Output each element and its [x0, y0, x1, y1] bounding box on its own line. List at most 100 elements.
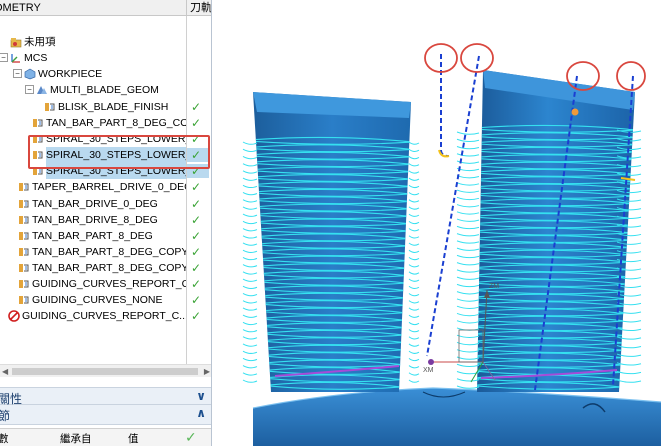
- scrollbar-thumb[interactable]: [12, 368, 198, 375]
- table-col-value: 值: [128, 433, 139, 445]
- toolpath-loop: [408, 206, 420, 210]
- svg-text:ZM: ZM: [489, 283, 499, 290]
- toolpath-loop: [456, 334, 480, 338]
- toolpath-loop: [242, 321, 258, 326]
- toolpath-loop: [456, 218, 480, 222]
- toolpath-loop: [456, 305, 480, 309]
- toolpath-loop: [408, 220, 420, 225]
- toolpath-loop: [456, 204, 480, 208]
- toolpath-loop: [408, 192, 420, 196]
- operation-icon: [18, 230, 30, 242]
- tree-item-label: TAN_BAR_PART_8_DEG_COPY...: [32, 262, 186, 274]
- operation-icon: [18, 262, 30, 274]
- toolpath-loop: [456, 196, 480, 201]
- folder-icon: [10, 36, 22, 48]
- toolpath-loop: [242, 163, 258, 167]
- tree-row[interactable]: TAN_BAR_PART_8_DEG ✓: [0, 228, 211, 244]
- check-icon: ✓: [190, 245, 202, 259]
- toolpath-loop: [408, 199, 420, 203]
- toolpath-loop: [456, 349, 480, 353]
- tree-row[interactable]: − WORKPIECE: [0, 66, 211, 82]
- check-icon: ✓: [190, 229, 202, 243]
- navigator-tree: OMETRY未用項−MCS−WORKPIECE−MULTI_BLADE_GEOM…: [0, 16, 211, 364]
- toolpath-loop: [408, 314, 420, 318]
- check-icon: ✓: [190, 309, 202, 323]
- operation-icon: [44, 101, 56, 113]
- toolpath-loop: [242, 329, 258, 333]
- toolpath-loop: [242, 350, 258, 354]
- section-properties[interactable]: 關性 ∨: [0, 387, 211, 406]
- toolpath-loop: [456, 131, 480, 135]
- table-col-inherit: 繼承自: [60, 433, 92, 445]
- tree-item-label: TAN_BAR_DRIVE_8_DEG: [32, 214, 158, 226]
- chevron-up-icon[interactable]: ∧: [196, 406, 206, 420]
- tree-row[interactable]: TAPER_BARREL_DRIVE_0_DEG ✓: [0, 179, 211, 195]
- toolpath-loop: [242, 199, 258, 203]
- toolpath-loop: [456, 138, 480, 143]
- blisk-model-view[interactable]: ZM XM: [213, 0, 661, 446]
- tree-row[interactable]: SPIRAL_30_STEPS_LOWER_... ✓: [0, 147, 211, 163]
- collapse-icon[interactable]: −: [25, 85, 34, 94]
- tree-row[interactable]: SPIRAL_30_STEPS_LOWER_... ✓: [0, 131, 211, 147]
- left-blade: [253, 92, 411, 392]
- toolpath-loop: [408, 156, 420, 160]
- tree-row[interactable]: GUIDING_CURVES_REPORT_C... ✓: [0, 308, 211, 324]
- toolpath-loop: [242, 336, 258, 340]
- tree-row[interactable]: GUIDING_CURVES_REPORT_C... ✓: [0, 276, 211, 292]
- tree-row[interactable]: − MCS: [0, 50, 211, 66]
- tree-row[interactable]: TAN_BAR_DRIVE_0_DEG ✓: [0, 196, 211, 212]
- tree-row[interactable]: − MULTI_BLADE_GEOM: [0, 82, 211, 98]
- toolpath-loop: [408, 141, 420, 145]
- geometry-icon: [36, 84, 48, 96]
- chevron-down-icon[interactable]: ∨: [196, 389, 206, 403]
- toolpath-loop: [242, 170, 258, 174]
- scroll-left-icon[interactable]: ◀: [2, 367, 8, 376]
- toolpath-loop: [456, 189, 480, 193]
- tree-item-label: MULTI_BLADE_GEOM: [50, 84, 159, 96]
- toolpath-loop: [408, 365, 420, 369]
- toolpath-loop: [408, 293, 420, 297]
- toolpath-loop: [616, 370, 642, 375]
- graphics-window[interactable]: ZM XM: [213, 0, 661, 446]
- collapse-icon[interactable]: −: [13, 69, 22, 78]
- toolpath-loop: [408, 278, 420, 282]
- tree-row[interactable]: TAN_BAR_PART_8_DEG_COPY... ✓: [0, 260, 211, 276]
- toolpath-loop: [242, 242, 258, 246]
- header-name-column[interactable]: OMETRY: [0, 1, 182, 15]
- tree-row[interactable]: TAN_BAR_PART_8_DEG_COPY ✓: [0, 244, 211, 260]
- toolpath-loop: [242, 357, 258, 362]
- section-details[interactable]: 節 ∧: [0, 405, 211, 425]
- tree-item-label: TAN_BAR_PART_8_DEG_CO...: [46, 117, 186, 129]
- header-toolpath-column[interactable]: 刀軌: [186, 0, 211, 16]
- toolpath-loop: [408, 271, 420, 275]
- tree-item-label: TAN_BAR_PART_8_DEG_COPY: [32, 246, 186, 258]
- toolpath-loop: [456, 378, 480, 382]
- toolpath-loop: [408, 184, 420, 189]
- toolpath-loop: [408, 379, 420, 383]
- tree-row[interactable]: GUIDING_CURVES_NONE ✓: [0, 292, 211, 308]
- tree-row[interactable]: 未用項: [0, 34, 211, 50]
- collapse-icon[interactable]: −: [0, 53, 8, 62]
- tree-row[interactable]: BLISK_BLADE_FINISH ✓: [0, 99, 211, 115]
- toolpath-loop: [242, 343, 258, 347]
- toolpath-loop: [408, 235, 420, 239]
- scroll-right-icon[interactable]: ▶: [204, 367, 210, 376]
- toolpath-loop: [408, 372, 420, 376]
- tree-row[interactable]: SPIRAL_30_STEPS_LOWER_... ✓: [0, 163, 211, 179]
- check-icon: ✓: [190, 293, 202, 307]
- horizontal-scrollbar[interactable]: ◀ ▶: [0, 364, 211, 377]
- tree-item-label: BLISK_BLADE_FINISH: [58, 101, 169, 113]
- toolpath-loop: [456, 320, 480, 324]
- toolpath-loop: [242, 278, 258, 282]
- toolpath-loop: [408, 343, 420, 347]
- toolpath-loop: [408, 163, 420, 167]
- operation-icon: [32, 117, 44, 129]
- tree-item-label: WORKPIECE: [38, 68, 103, 80]
- tree-row[interactable]: TAN_BAR_DRIVE_8_DEG ✓: [0, 212, 211, 228]
- table-col-param: 數: [0, 431, 9, 446]
- toolpath-loop: [242, 228, 258, 232]
- toolpath-loop: [408, 350, 420, 354]
- toolpath-loop: [456, 363, 480, 367]
- toolpath-loop: [456, 247, 480, 251]
- tree-row[interactable]: TAN_BAR_PART_8_DEG_CO... ✓: [0, 115, 211, 131]
